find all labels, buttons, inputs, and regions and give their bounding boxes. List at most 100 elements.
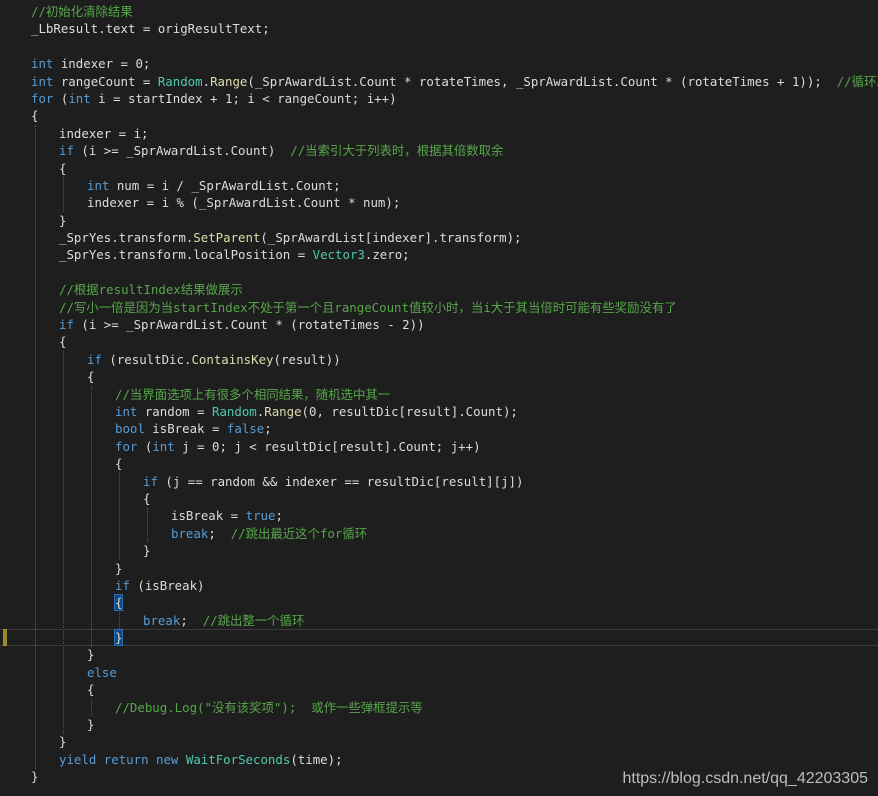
code-line[interactable]: break; //跳出最近这个for循环 (0, 525, 878, 542)
code-line[interactable]: _LbResult.text = origResultText; (0, 20, 878, 37)
code-text: { (113, 594, 124, 612)
change-marker (3, 629, 7, 647)
code-token: indexer = i; (59, 125, 149, 141)
code-token: ; (180, 612, 203, 628)
code-token: break (171, 525, 209, 541)
code-token: if (115, 577, 130, 593)
code-token: } (143, 543, 151, 559)
code-token: indexer = i % (_SprAwardList.Count * num… (87, 195, 401, 211)
text-cursor (122, 631, 124, 646)
code-line[interactable]: { (0, 490, 878, 507)
code-line[interactable]: if (isBreak) (0, 577, 878, 594)
code-line[interactable]: } (0, 646, 878, 663)
code-line[interactable]: { (0, 455, 878, 472)
code-line[interactable]: } (0, 716, 878, 733)
code-line[interactable]: if (i >= _SprAwardList.Count * (rotateTi… (0, 316, 878, 333)
code-line[interactable]: } (0, 212, 878, 229)
code-line[interactable]: int indexer = 0; (0, 55, 878, 72)
code-editor[interactable]: //初始化清除结果 _LbResult.text = origResultText… (0, 0, 878, 796)
code-line[interactable]: } (0, 629, 878, 647)
code-token: (i >= _SprAwardList.Count * (rotateTimes… (73, 317, 425, 333)
code-token: Random (157, 73, 203, 89)
code-line[interactable]: { (0, 160, 878, 177)
code-text: } (87, 646, 94, 663)
code-lines[interactable]: //初始化清除结果 _LbResult.text = origResultText… (0, 3, 878, 786)
code-line[interactable]: _SprYes.transform.localPosition = Vector… (0, 246, 878, 263)
code-line[interactable]: { (0, 368, 878, 385)
code-line[interactable]: indexer = i; (0, 125, 878, 142)
code-text: //根据resultIndex结果做展示 (59, 281, 243, 298)
code-token: { (143, 490, 151, 506)
code-line[interactable]: //写小一倍是因为当startIndex不处于第一个且rangeCount值较小… (0, 299, 878, 316)
code-line[interactable]: yield return new WaitForSeconds(time); (0, 751, 878, 768)
code-text: } (59, 212, 66, 229)
code-token: i = startIndex + 1; i < rangeCount; i++) (90, 90, 397, 106)
code-token: for (31, 90, 54, 106)
code-line[interactable]: indexer = i % (_SprAwardList.Count * num… (0, 194, 878, 211)
code-line[interactable]: //根据resultIndex结果做展示 (0, 281, 878, 298)
code-token: _SprYes.transform. (59, 230, 194, 246)
code-line[interactable]: } (0, 542, 878, 559)
code-token: (time); (290, 751, 343, 767)
code-line[interactable]: bool isBreak = false; (0, 420, 878, 437)
code-line[interactable]: isBreak = true; (0, 507, 878, 524)
code-line[interactable] (0, 38, 878, 55)
code-line[interactable]: break; //跳出整一个循环 (0, 612, 878, 629)
code-line[interactable]: { (0, 107, 878, 124)
code-comment: //Debug.Log("没有该奖项"); 或作一些弹框提示等 (115, 699, 423, 715)
code-line[interactable]: _SprYes.transform.SetParent(_SprAwardLis… (0, 229, 878, 246)
code-token: for (115, 438, 138, 454)
code-line[interactable]: int random = Random.Range(0, resultDic[r… (0, 403, 878, 420)
code-text: } (113, 629, 124, 647)
code-token: } (87, 717, 95, 733)
code-line[interactable]: if (i >= _SprAwardList.Count) //当索引大于列表时… (0, 142, 878, 159)
code-line[interactable]: for (int j = 0; j < resultDic[result].Co… (0, 438, 878, 455)
code-line[interactable]: { (0, 333, 878, 350)
code-token: { (59, 160, 67, 176)
code-token: false (226, 421, 265, 437)
code-line[interactable]: if (j == random && indexer == resultDic[… (0, 473, 878, 490)
code-line[interactable]: { (0, 681, 878, 698)
code-token: } (115, 560, 123, 576)
code-token: { (115, 456, 123, 472)
code-comment: //根据resultIndex结果做展示 (59, 282, 243, 298)
code-line[interactable]: int num = i / _SprAwardList.Count; (0, 177, 878, 194)
matched-brace: } (113, 629, 124, 647)
code-token: rangeCount = (53, 73, 158, 89)
code-token: indexer = 0; (53, 56, 151, 72)
code-line[interactable]: { (0, 594, 878, 612)
code-token: Range (210, 73, 248, 89)
code-token: bool (115, 421, 145, 437)
code-token: int (31, 73, 54, 89)
code-line[interactable]: //初始化清除结果 (0, 3, 878, 20)
code-text: { (31, 107, 38, 124)
code-text: //当界面选项上有很多个相同结果，随机选中其一 (115, 386, 390, 403)
code-token: break (143, 612, 181, 628)
code-comment: //跳出整一个循环 (202, 612, 305, 628)
code-text: indexer = i % (_SprAwardList.Count * num… (87, 194, 400, 211)
code-line[interactable] (0, 264, 878, 281)
code-line[interactable]: int rangeCount = Random.Range(_SprAwardL… (0, 73, 878, 90)
code-token: (_SprAwardList[indexer].transform); (260, 230, 522, 246)
code-line[interactable]: //Debug.Log("没有该奖项"); 或作一些弹框提示等 (0, 699, 878, 716)
code-text: //写小一倍是因为当startIndex不处于第一个且rangeCount值较小… (59, 299, 677, 316)
code-token: ContainsKey (191, 351, 274, 367)
code-line[interactable]: //当界面选项上有很多个相同结果，随机选中其一 (0, 386, 878, 403)
code-token: } (59, 212, 67, 228)
code-line[interactable]: for (int i = startIndex + 1; i < rangeCo… (0, 90, 878, 107)
code-text: int indexer = 0; (31, 55, 150, 72)
code-token: ( (137, 438, 153, 454)
code-token: Vector3 (312, 247, 365, 263)
code-text: if (j == random && indexer == resultDic[… (143, 473, 523, 490)
code-comment: //当界面选项上有很多个相同结果，随机选中其一 (115, 386, 391, 402)
code-line[interactable]: } (0, 733, 878, 750)
code-token: (i >= _SprAwardList.Count) (73, 143, 291, 159)
code-line[interactable]: if (resultDic.ContainsKey(result)) (0, 351, 878, 368)
code-token: _LbResult.text = origResultText; (31, 21, 270, 37)
code-line[interactable]: } (0, 560, 878, 577)
code-token: (j == random && indexer == resultDic[res… (157, 473, 524, 489)
code-token: if (59, 317, 74, 333)
code-line[interactable]: else (0, 664, 878, 681)
